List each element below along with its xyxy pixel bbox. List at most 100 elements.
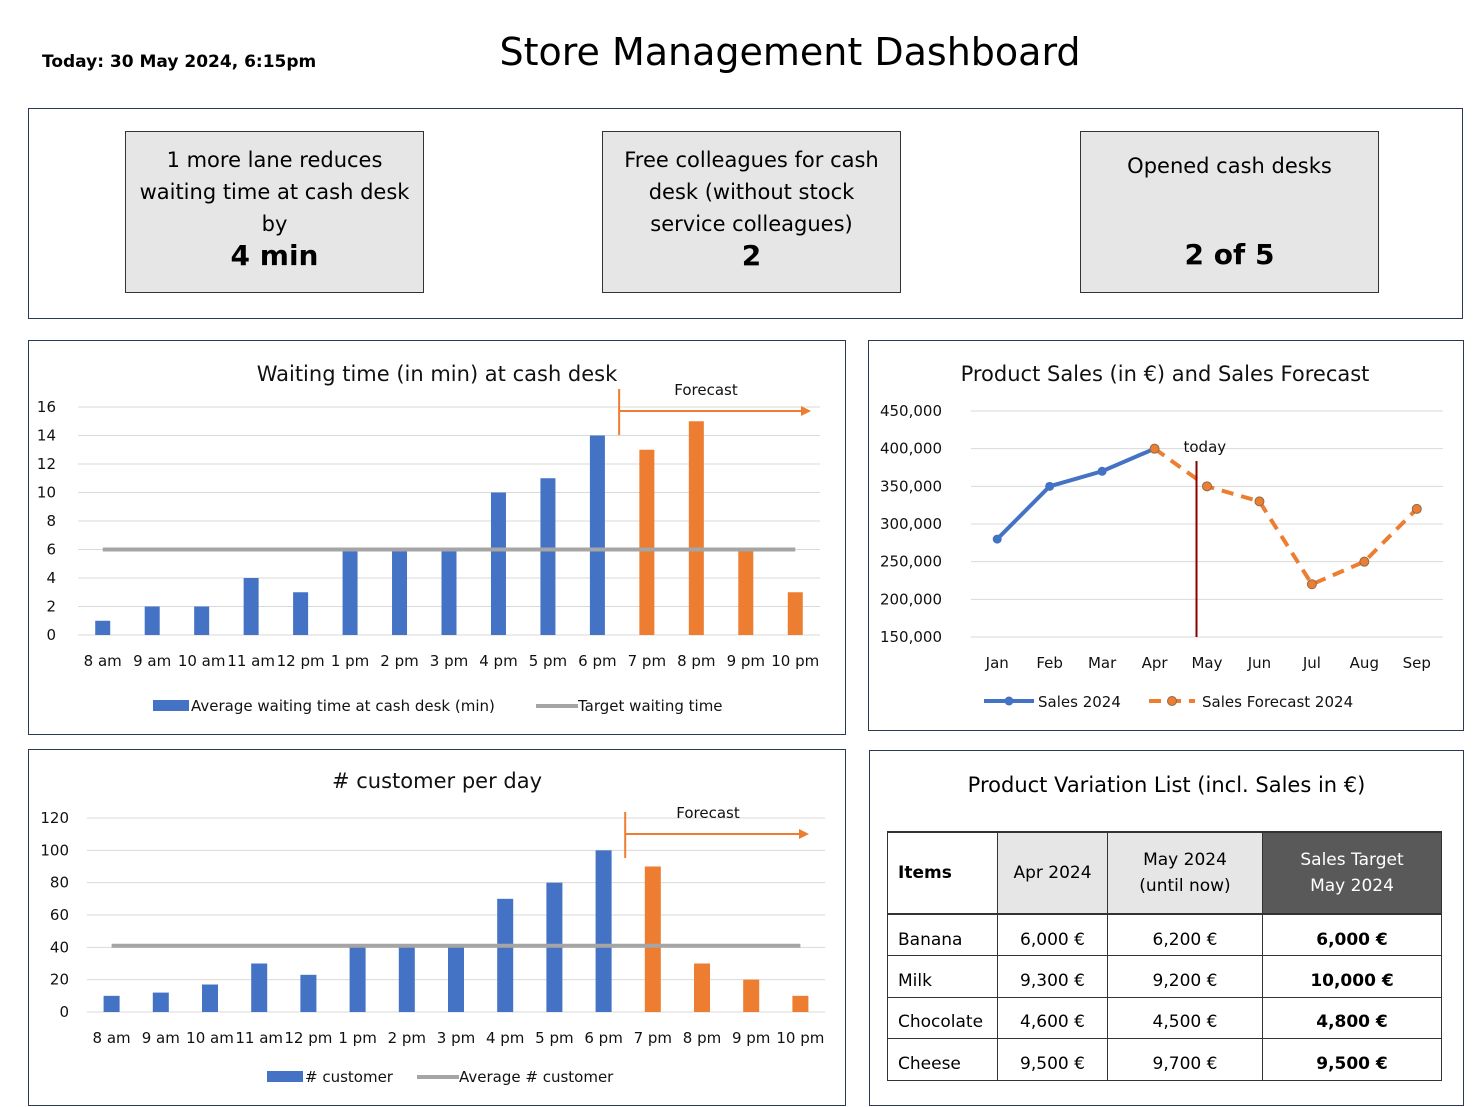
item-name-cell: Cheese [887,1038,998,1081]
x-tick-label: 3 pm [437,1029,475,1047]
forecast-arrowhead [799,829,809,839]
chart-title: Waiting time (in min) at cash desk [257,362,618,386]
bar [243,578,259,635]
apr-sales-cell: 9,500 € [997,1038,1108,1081]
data-point-forecast [1254,496,1265,507]
bar [540,478,556,635]
kpi-label-line: by [261,212,288,236]
forecast-bar [743,979,760,1012]
forecast-label: Forecast [674,381,738,399]
target-sales-cell: 6,000 € [1262,914,1442,956]
kpi-label-line: service colleagues) [650,212,853,236]
y-tick-label: 300,000 [880,515,942,533]
x-tick-label: 1 pm [338,1029,376,1047]
y-tick-label: 0 [46,626,56,644]
kpi-value: 2 [741,239,762,272]
y-tick-label: 80 [50,874,69,892]
bar [441,549,457,635]
data-point-forecast [1306,579,1317,590]
y-tick-label: 16 [37,398,56,416]
bar [95,620,111,635]
chart-title: Product Sales (in €) and Sales Forecast [961,362,1370,386]
column-header-target: Sales Target May 2024 [1262,831,1442,915]
forecast-bar [639,449,655,635]
x-tick-label: 8 am [84,652,122,670]
sales-chart: Product Sales (in €) and Sales Forecast 1… [880,362,1443,711]
x-tick-label: 8 am [93,1029,131,1047]
forecast-bar [644,866,661,1012]
y-tick-label: 450,000 [880,402,942,420]
y-tick-label: 120 [40,809,69,827]
forecast-bar [738,549,754,635]
item-name-cell: Chocolate [887,997,998,1039]
customer-chart: # customer per day 0 20 40 60 80 100 120 8 am 9 a… [40,769,825,1086]
bar [392,549,408,635]
forecast-bar [688,421,704,635]
x-tick-label: 9 pm [727,652,765,670]
x-tick-label: 10 pm [776,1029,824,1047]
kpi-value: 4 min [230,239,319,272]
table-title: Product Variation List (incl. Sales in €… [967,773,1366,797]
x-tick-label: 12 pm [284,1029,332,1047]
y-tick-label: 8 [46,512,56,530]
y-tick-label: 2 [46,598,56,616]
y-tick-label: 12 [37,455,56,473]
y-tick-label: 150,000 [880,628,942,646]
target-sales-cell: 10,000 € [1262,955,1442,998]
x-tick-label: 9 am [133,652,171,670]
data-point-forecast [1359,556,1370,567]
target-sales-cell: 4,800 € [1262,997,1442,1039]
may-sales-cell: 6,200 € [1107,914,1263,956]
kpi-value: 2 of 5 [1184,238,1275,271]
data-point-forecast [1202,481,1212,492]
legend-label: Target waiting time [577,697,723,715]
y-tick-label: 20 [50,971,69,989]
data-point-sales [1045,481,1055,491]
y-tick-label: 350,000 [880,477,942,495]
sales-chart-panel: Product Sales (in €) and Sales Forecast 1… [868,340,1464,731]
column-header-items: Items [887,831,998,915]
kpi-label-line: waiting time at cash desk [139,180,410,204]
x-tick-label: 5 pm [529,652,567,670]
may-sales-cell: 9,700 € [1107,1038,1263,1081]
bar [448,947,464,1012]
bar [152,992,169,1012]
x-tick-label: 6 pm [584,1029,622,1047]
x-tick-label: 7 pm [634,1029,672,1047]
bar [497,898,514,1012]
bar [490,492,506,635]
product-variation-panel: Product Variation List (incl. Sales in €… [869,750,1464,1106]
x-tick-label: 5 pm [535,1029,573,1047]
product-variation-table: Items Apr 2024 May 2024 (until now) Sale… [887,831,1442,1081]
table-row: Milk 9,300 €9,200 €10,000 € [887,955,1442,998]
x-tick-label: 1 pm [331,652,369,670]
bar [589,435,605,635]
kpi-open-cash-desks: Opened cash desks 2 of 5 [1080,131,1379,293]
may-sales-cell: 4,500 € [1107,997,1263,1039]
bar [342,549,358,635]
bar [349,947,366,1012]
x-tick-label: Aug [1350,654,1379,672]
x-tick-label: Mar [1088,654,1117,672]
x-tick-label: 7 pm [628,652,666,670]
bar [202,984,218,1012]
forecast-bar [792,995,809,1012]
data-point-sales [1097,466,1107,476]
data-point-sales [992,534,1002,544]
legend-label: Average # customer [459,1068,614,1086]
today-label: today [1184,438,1227,456]
x-tick-label: Jan [985,654,1009,672]
apr-sales-cell: 4,600 € [997,997,1108,1039]
waiting-time-chart-panel: Waiting time (in min) at cash desk 0 2 4 6 8 1… [28,340,846,735]
x-tick-label: 2 pm [388,1029,426,1047]
forecast-label: Forecast [676,804,740,822]
x-tick-label: 6 pm [578,652,616,670]
x-tick-label: 11 am [227,652,275,670]
waiting-time-chart: Waiting time (in min) at cash desk 0 2 4 6 8 1… [37,362,820,715]
y-tick-label: 100 [40,841,69,859]
bar [103,995,120,1012]
x-tick-label: 8 pm [683,1029,721,1047]
x-tick-label: 11 am [235,1029,283,1047]
y-tick-label: 60 [50,906,69,924]
y-tick-label: 4 [46,569,56,587]
